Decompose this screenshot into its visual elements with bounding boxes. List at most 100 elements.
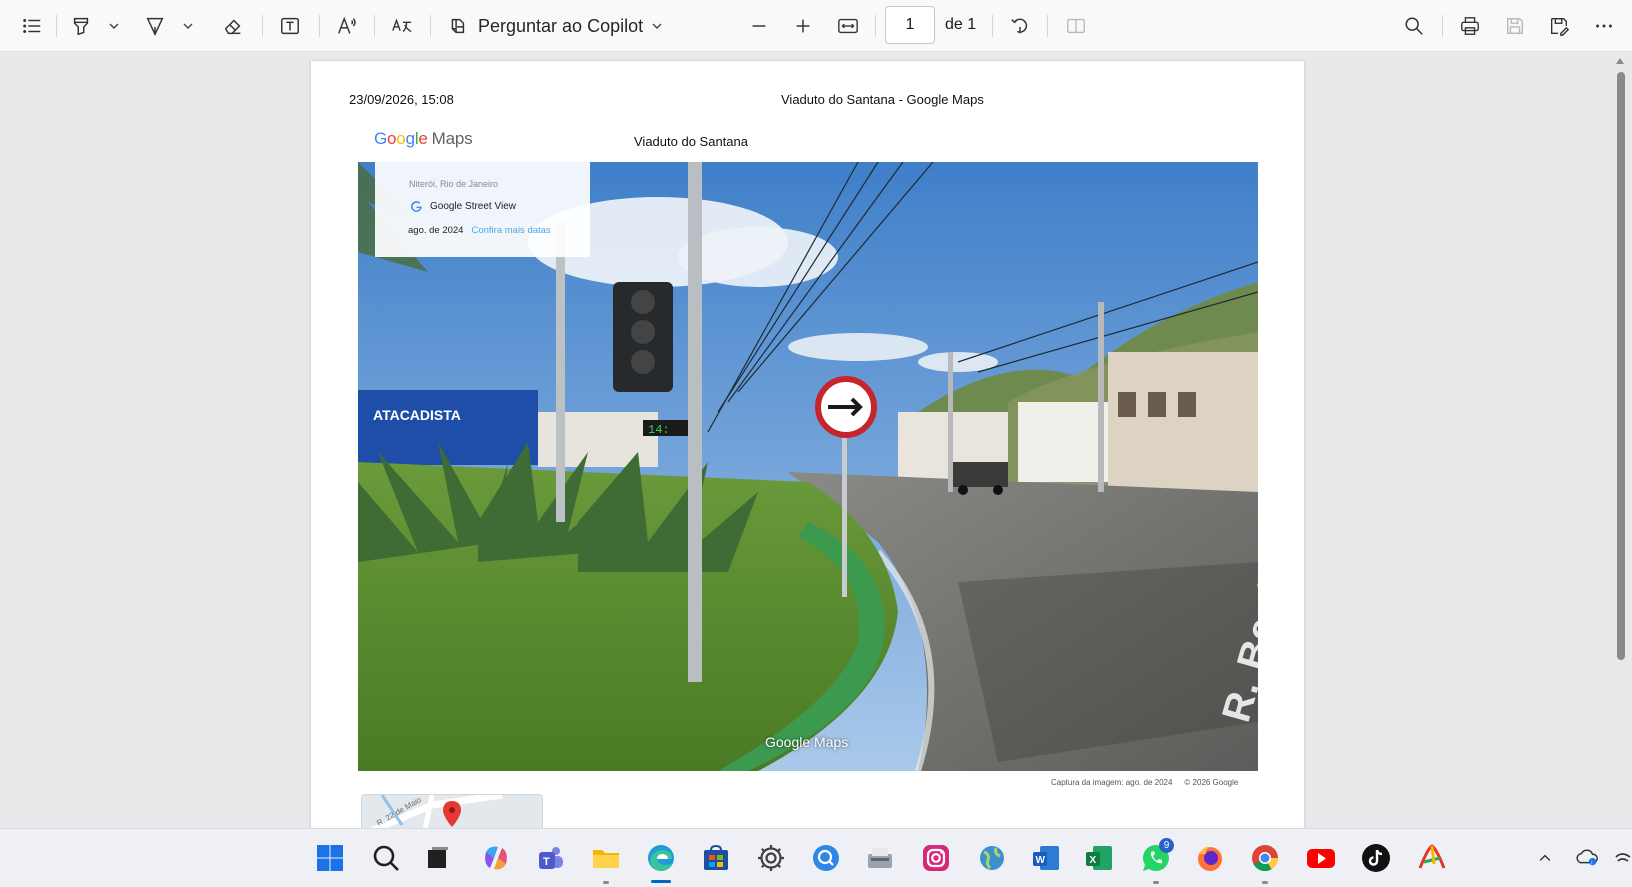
search-icon: [373, 845, 399, 871]
copilot-button[interactable]: Perguntar ao Copilot: [446, 10, 674, 42]
teams-button[interactable]: T: [534, 842, 566, 874]
word-icon: W: [1033, 846, 1059, 870]
toolbar-separator: [430, 15, 431, 37]
two-page-icon: [1067, 18, 1085, 34]
translate-button[interactable]: [386, 10, 418, 42]
youtube-icon: [1307, 849, 1335, 868]
chrome-icon: [1252, 845, 1279, 872]
vertical-scrollbar[interactable]: [1612, 55, 1628, 827]
chevron-down-icon: [183, 23, 193, 29]
copilot-taskbar-button[interactable]: [480, 842, 512, 874]
place-name: Viaduto do Santana: [634, 134, 748, 149]
folder-icon: [593, 850, 619, 868]
pdf-toolbar: Perguntar ao Copilot 1 de 1: [0, 0, 1632, 52]
settings-button[interactable]: [755, 842, 787, 874]
draw-dropdown[interactable]: [178, 10, 198, 42]
highlight-dropdown[interactable]: [104, 10, 124, 42]
scroll-up-arrow-icon[interactable]: [1616, 58, 1624, 64]
network-button[interactable]: [1612, 842, 1632, 874]
toolbar-separator: [1047, 15, 1048, 37]
page-count-label: de 1: [945, 16, 977, 33]
page-number-input[interactable]: 1: [885, 6, 935, 44]
toolbar-separator: [56, 15, 57, 37]
add-text-button[interactable]: [275, 10, 305, 42]
page-view-button[interactable]: [1060, 10, 1092, 42]
network-icon: [1615, 853, 1631, 862]
street-view-location: Niterói, Rio de Janeiro: [409, 179, 499, 189]
teams-icon: T: [539, 847, 563, 869]
zoom-out-button[interactable]: [745, 10, 773, 42]
task-view-button[interactable]: [422, 842, 454, 874]
svg-text:W: W: [1036, 855, 1046, 866]
text-box-icon: [281, 17, 299, 35]
highlight-button[interactable]: [66, 10, 96, 42]
minimap-thumbnail: R. 22 de Maio: [361, 794, 543, 828]
toolbar-separator: [875, 15, 876, 37]
google-g-icon: [411, 201, 422, 212]
quick-assist-button[interactable]: [810, 842, 842, 874]
document-viewport[interactable]: 23/09/2026, 15:08 Viaduto do Santana - G…: [0, 53, 1632, 828]
print-date: 23/09/2026, 15:08: [349, 92, 454, 107]
excel-icon: X: [1086, 846, 1112, 870]
search-button[interactable]: [1398, 10, 1430, 42]
acrobat-icon: [1418, 844, 1446, 869]
store-icon: [704, 844, 728, 870]
active-app-indicator: [651, 880, 671, 883]
edge-button[interactable]: [645, 842, 677, 874]
svg-text:X: X: [1090, 855, 1097, 866]
rotate-icon: [1011, 18, 1028, 34]
toolbar-separator: [262, 15, 263, 37]
toolbar-separator: [1442, 15, 1443, 37]
instagram-button[interactable]: [920, 842, 952, 874]
toolbar-separator: [374, 15, 375, 37]
show-hidden-icons-button[interactable]: [1535, 842, 1555, 874]
rotate-button[interactable]: [1004, 10, 1036, 42]
draw-button[interactable]: [140, 10, 170, 42]
chrome-button[interactable]: [1249, 842, 1281, 874]
scanner-icon: [868, 848, 892, 868]
windows-taskbar: T W X 9 i: [0, 828, 1632, 887]
svg-text:14:: 14:: [648, 423, 670, 437]
minus-icon: [752, 25, 766, 27]
erase-button[interactable]: [218, 10, 248, 42]
store-button[interactable]: [700, 842, 732, 874]
photos-tool-button[interactable]: [864, 842, 896, 874]
task-view-icon: [428, 847, 448, 868]
file-explorer-button[interactable]: [590, 842, 622, 874]
read-aloud-button[interactable]: [331, 10, 363, 42]
maps-button[interactable]: [976, 842, 1008, 874]
youtube-button[interactable]: [1305, 842, 1337, 874]
more-dates-link[interactable]: Confira mais datas: [471, 225, 550, 236]
firefox-icon: [1198, 846, 1222, 871]
save-as-icon: [1550, 17, 1570, 36]
contents-list-button[interactable]: [14, 10, 50, 42]
pen-icon: [146, 17, 164, 36]
save-as-button[interactable]: [1543, 10, 1575, 42]
toolbar-separator: [992, 15, 993, 37]
pdf-app-button[interactable]: [1416, 842, 1448, 874]
read-aloud-icon: [338, 16, 356, 34]
save-button[interactable]: [1499, 10, 1531, 42]
more-horizontal-icon: [1596, 24, 1612, 28]
tiktok-button[interactable]: [1360, 842, 1392, 874]
excel-button[interactable]: X: [1083, 842, 1115, 874]
scroll-thumb[interactable]: [1617, 72, 1625, 660]
zoom-in-button[interactable]: [789, 10, 817, 42]
copilot-icon: [485, 846, 507, 870]
chat-search-icon: [813, 845, 839, 871]
save-icon: [1506, 17, 1524, 35]
running-indicator: [603, 881, 609, 884]
printer-icon: [1461, 17, 1479, 35]
start-button[interactable]: [314, 842, 346, 874]
fit-width-button[interactable]: [832, 10, 864, 42]
firefox-button[interactable]: [1194, 842, 1226, 874]
running-indicator: [1262, 881, 1268, 884]
windows-logo-icon: [317, 845, 343, 871]
word-button[interactable]: W: [1030, 842, 1062, 874]
search-icon: [1405, 17, 1423, 35]
taskbar-search-button[interactable]: [370, 842, 402, 874]
onedrive-button[interactable]: i: [1574, 842, 1600, 874]
running-indicator: [1153, 881, 1159, 884]
print-button[interactable]: [1454, 10, 1486, 42]
more-options-button[interactable]: [1588, 10, 1620, 42]
